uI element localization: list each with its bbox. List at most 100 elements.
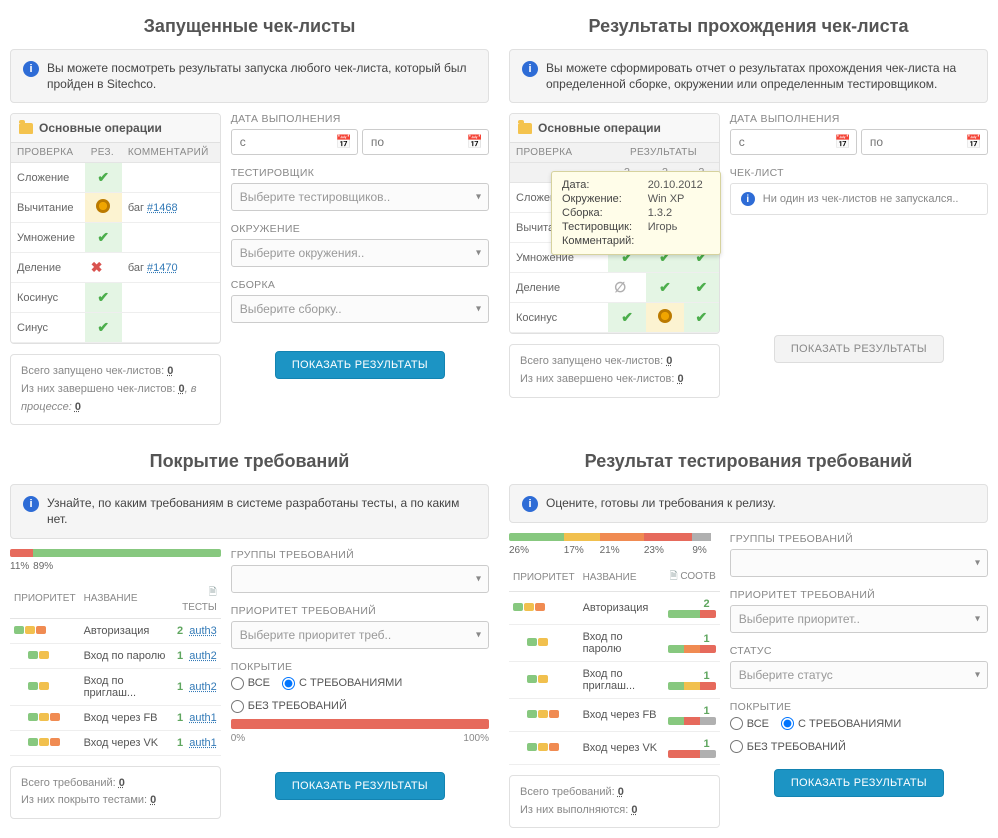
stats-box: Всего запущено чек-листов: 0 Из них заве… — [10, 354, 221, 425]
folder-icon — [19, 123, 33, 134]
test-count: 1 — [177, 712, 183, 724]
check-comment — [122, 283, 220, 313]
req-name: Вход по приглаш... — [80, 668, 170, 705]
status-label: СТАТУС — [730, 645, 988, 657]
date-label: ДАТА ВЫПОЛНЕНИЯ — [730, 113, 988, 125]
check-icon: ✔ — [97, 169, 109, 185]
req-name: Вход по паролю — [80, 643, 170, 668]
card-title: Основные операции — [538, 121, 661, 135]
check-name: Умножение — [11, 223, 85, 253]
table-row: Вход через FB 1 — [509, 699, 720, 732]
check-result — [85, 193, 122, 223]
run-tooltip: Дата:20.10.2012 Окружение:Win XP Сборка:… — [551, 171, 721, 255]
checklist-label: ЧЕК-ЛИСТ — [730, 167, 988, 179]
th-name: ПРОВЕРКА — [11, 143, 85, 163]
show-results-button[interactable]: ПОКАЗАТЬ РЕЗУЛЬТАТЫ — [275, 351, 445, 379]
panel-requirement-coverage: Покрытие требований i Узнайте, по каким … — [10, 445, 489, 828]
check-result: ✔ — [85, 313, 122, 343]
th-name: ПРОВЕРКА — [510, 143, 608, 163]
show-results-button[interactable]: ПОКАЗАТЬ РЕЗУЛЬТАТЫ — [774, 335, 944, 363]
priority-badge — [527, 675, 548, 683]
info-box: i Узнайте, по каким требованиям в систем… — [10, 484, 489, 538]
date-to-input[interactable] — [861, 129, 988, 155]
test-count: 2 — [177, 625, 183, 637]
status-bar — [509, 533, 720, 541]
info-box: i Вы можете сформировать отчет о результ… — [509, 49, 988, 103]
test-link[interactable]: auth1 — [189, 737, 217, 749]
build-select[interactable]: Выберите сборку.. — [231, 295, 489, 323]
date-to-input[interactable] — [362, 129, 489, 155]
bug-icon — [96, 199, 110, 213]
th-tests: ТЕСТЫ — [182, 602, 217, 613]
folder-icon — [518, 123, 532, 134]
th-comment: КОММЕНТАРИЙ — [122, 143, 220, 163]
table-row: Синус ✔ — [11, 313, 220, 343]
req-name: Вход по приглаш... — [579, 662, 664, 699]
test-count: 1 — [177, 681, 183, 693]
tester-select[interactable]: Выберите тестировщиков.. — [231, 183, 489, 211]
radio-all[interactable]: ВСЕ — [231, 677, 270, 690]
radio-without-req[interactable]: БЕЗ ТРЕБОВАНИЙ — [231, 700, 347, 713]
status-select[interactable]: Выберите статус — [730, 661, 988, 689]
table-row: Авторизация 2 — [509, 592, 720, 625]
coverage-label: ПОКРЫТИЕ — [730, 701, 988, 713]
priority-badge — [14, 626, 46, 634]
bug-link[interactable]: #1468 — [147, 202, 178, 214]
result-cell — [646, 303, 684, 333]
coverage-radio-group: ВСЕ С ТРЕБОВАНИЯМИ БЕЗ ТРЕБОВАНИЙ — [231, 677, 489, 713]
radio-all[interactable]: ВСЕ — [730, 717, 769, 730]
date-from-input[interactable] — [231, 129, 358, 155]
radio-with-req[interactable]: С ТРЕБОВАНИЯМИ — [781, 717, 901, 730]
date-from-input[interactable] — [730, 129, 857, 155]
test-count: 1 — [704, 738, 710, 750]
th-priority: ПРИОРИТЕТ — [509, 564, 579, 592]
test-count: 1 — [177, 650, 183, 662]
panel-title: Покрытие требований — [10, 451, 489, 472]
check-result: ✔ — [85, 283, 122, 313]
table-row: Вход через FB 1 auth1 — [10, 705, 221, 730]
tester-label: ТЕСТИРОВЩИК — [231, 167, 489, 179]
test-count: 1 — [704, 705, 710, 717]
panel-title: Запущенные чек-листы — [10, 16, 489, 37]
show-results-button[interactable]: ПОКАЗАТЬ РЕЗУЛЬТАТЫ — [774, 769, 944, 797]
result-cell: ✔ — [608, 303, 646, 333]
table-row: Косинус ✔ — [11, 283, 220, 313]
th-name: НАЗВАНИЕ — [579, 564, 664, 592]
show-results-button[interactable]: ПОКАЗАТЬ РЕЗУЛЬТАТЫ — [275, 772, 445, 800]
test-link[interactable]: auth3 — [189, 625, 217, 637]
group-select[interactable] — [231, 565, 489, 593]
req-name: Авторизация — [579, 592, 664, 625]
check-name: Косинус — [510, 303, 608, 333]
group-label: ГРУППЫ ТРЕБОВАНИЙ — [730, 533, 988, 545]
req-name: Авторизация — [80, 618, 170, 643]
env-select[interactable]: Выберите окружения.. — [231, 239, 489, 267]
coverage-chart: 0%100% — [231, 719, 489, 744]
test-link[interactable]: auth1 — [189, 712, 217, 724]
panel-launched-checklists: Запущенные чек-листы i Вы можете посмотр… — [10, 10, 489, 425]
table-row: Косинус✔✔ — [510, 303, 719, 333]
checklist-empty-info: i Ни один из чек-листов не запускался.. — [730, 183, 988, 215]
check-name: Косинус — [11, 283, 85, 313]
skip-icon: ∅ — [614, 279, 626, 295]
radio-with-req[interactable]: С ТРЕБОВАНИЯМИ — [282, 677, 402, 690]
result-cell: ✔ — [646, 273, 684, 303]
env-label: ОКРУЖЕНИЕ — [231, 223, 489, 235]
info-text: Вы можете сформировать отчет о результат… — [546, 60, 975, 92]
priority-badge — [527, 743, 559, 751]
priority-select[interactable]: Выберите приоритет.. — [730, 605, 988, 633]
th-results: РЕЗУЛЬТАТЫ — [608, 143, 719, 163]
check-result: ✖ — [85, 253, 122, 283]
priority-badge — [28, 738, 60, 746]
test-count: 1 — [177, 737, 183, 749]
priority-select[interactable]: Выберите приоритет треб.. — [231, 621, 489, 649]
radio-without-req[interactable]: БЕЗ ТРЕБОВАНИЙ — [730, 740, 846, 753]
info-text: Узнайте, по каким требованиям в системе … — [47, 495, 476, 527]
test-link[interactable]: auth2 — [189, 681, 217, 693]
test-link[interactable]: auth2 — [189, 650, 217, 662]
group-select[interactable] — [730, 549, 988, 577]
bug-link[interactable]: #1470 — [147, 262, 178, 274]
check-icon: ✔ — [97, 229, 109, 245]
panel-title: Результаты прохождения чек-листа — [509, 16, 988, 37]
table-row: Деление∅✔✔ — [510, 273, 719, 303]
checklist-card: Основные операции ПРОВЕРКА РЕЗ. КОММЕНТА… — [10, 113, 221, 344]
